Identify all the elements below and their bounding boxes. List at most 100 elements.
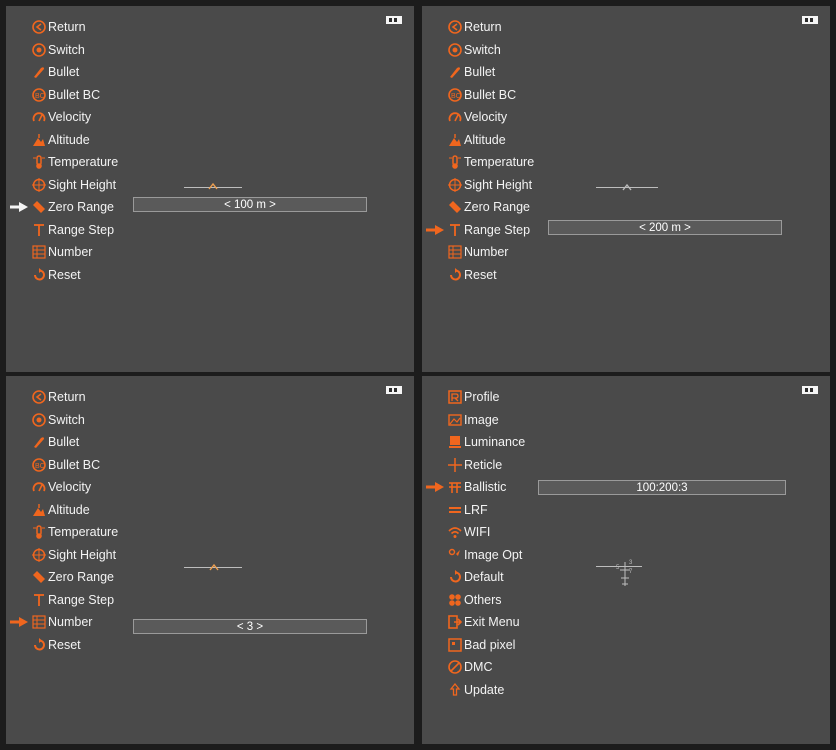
others-icon bbox=[448, 593, 462, 607]
menu-item-reset[interactable]: Reset bbox=[32, 634, 118, 657]
menu-item-wifi[interactable]: WIFI bbox=[448, 521, 525, 544]
menu-item-range-step[interactable]: Range Step bbox=[32, 219, 118, 242]
switch-icon bbox=[32, 412, 46, 427]
menu-item-others[interactable]: Others bbox=[448, 589, 525, 612]
menu-item-velocity[interactable]: Velocity bbox=[448, 106, 534, 129]
svg-text:BC: BC bbox=[451, 93, 461, 100]
menu-item-label: Image bbox=[464, 412, 499, 427]
ballistic-submenu: Return Switch Bullet BC Bullet BC Velocity Alt… bbox=[10, 386, 118, 657]
menu-item-bullet[interactable]: Bullet bbox=[32, 61, 118, 84]
range-step-icon bbox=[32, 223, 46, 237]
menu-item-label: Return bbox=[48, 390, 86, 405]
default-icon bbox=[448, 570, 462, 584]
menu-item-return[interactable]: Return bbox=[32, 16, 118, 39]
menu-item-zero-range[interactable]: Zero Range bbox=[448, 196, 534, 219]
menu-item-reset[interactable]: Reset bbox=[32, 264, 118, 287]
zero-range-value[interactable]: < 100 m > bbox=[133, 197, 367, 212]
menu-item-sight-height[interactable]: Sight Height bbox=[32, 174, 118, 197]
menu-item-label: WIFI bbox=[464, 525, 491, 540]
velocity-icon bbox=[448, 110, 462, 124]
dmc-icon bbox=[448, 660, 462, 675]
menu-item-altitude[interactable]: Altitude bbox=[32, 499, 118, 522]
menu-item-ballistic[interactable]: Ballistic bbox=[426, 476, 525, 499]
menu-item-label: Temperature bbox=[48, 155, 119, 170]
sight-height-icon bbox=[32, 177, 46, 192]
menu-item-sight-height[interactable]: Sight Height bbox=[448, 174, 534, 197]
menu-item-bullet-bc[interactable]: BC Bullet BC bbox=[32, 454, 118, 477]
update-icon bbox=[448, 682, 462, 697]
return-icon bbox=[32, 390, 46, 405]
menu-item-return[interactable]: Return bbox=[32, 386, 118, 409]
menu-item-label: Zero Range bbox=[464, 200, 531, 215]
ballistic-submenu: Return Switch Bullet BC Bullet BC Velocity Alt… bbox=[426, 16, 534, 287]
reset-icon bbox=[448, 267, 462, 282]
menu-item-bullet-bc[interactable]: BC Bullet BC bbox=[448, 84, 534, 107]
menu-item-label: Update bbox=[464, 682, 505, 697]
menu-item-profile[interactable]: Profile bbox=[448, 386, 525, 409]
exit-menu-icon bbox=[448, 615, 462, 630]
number-icon bbox=[448, 245, 462, 259]
panel-main-menu: Profile Image Luminance Reticle Ballistic LRF… bbox=[422, 376, 830, 744]
menu-item-label: Altitude bbox=[464, 132, 506, 147]
image-icon bbox=[448, 413, 462, 427]
menu-item-label: Exit Menu bbox=[464, 615, 520, 630]
menu-item-label: Reset bbox=[48, 637, 81, 652]
menu-item-bullet-bc[interactable]: BC Bullet BC bbox=[32, 84, 118, 107]
menu-item-altitude[interactable]: Altitude bbox=[448, 129, 534, 152]
temperature-icon bbox=[32, 155, 46, 170]
menu-item-number[interactable]: Number bbox=[448, 241, 534, 264]
reticle-caret-icon bbox=[622, 183, 632, 191]
menu-item-reticle[interactable]: Reticle bbox=[448, 454, 525, 477]
menu-item-velocity[interactable]: Velocity bbox=[32, 106, 118, 129]
range-step-value[interactable]: < 200 m > bbox=[548, 220, 782, 235]
menu-item-altitude[interactable]: Altitude bbox=[32, 129, 118, 152]
number-value[interactable]: < 3 > bbox=[133, 619, 367, 634]
menu-item-range-step[interactable]: Range Step bbox=[32, 589, 118, 612]
selection-pointer-icon bbox=[10, 617, 28, 628]
menu-item-return[interactable]: Return bbox=[448, 16, 534, 39]
menu-item-label: Bad pixel bbox=[464, 637, 516, 652]
selection-pointer-icon bbox=[426, 482, 444, 493]
range-step-icon bbox=[448, 223, 462, 237]
menu-item-dmc[interactable]: DMC bbox=[448, 656, 525, 679]
ballistic-value[interactable]: 100:200:3 bbox=[538, 480, 786, 495]
menu-item-velocity[interactable]: Velocity bbox=[32, 476, 118, 499]
menu-item-label: Zero Range bbox=[48, 570, 115, 585]
menu-item-temperature[interactable]: Temperature bbox=[448, 151, 534, 174]
menu-item-label: Reset bbox=[48, 267, 81, 282]
menu-item-label: Ballistic bbox=[464, 480, 507, 495]
ballistic-reticle-icon: 3 7 5 bbox=[610, 556, 640, 590]
menu-item-range-step[interactable]: Range Step bbox=[426, 219, 534, 242]
menu-item-label: LRF bbox=[464, 502, 488, 517]
menu-item-switch[interactable]: Switch bbox=[448, 39, 534, 62]
menu-item-image-opt[interactable]: Image Opt bbox=[448, 544, 525, 567]
menu-item-image[interactable]: Image bbox=[448, 409, 525, 432]
menu-item-zero-range[interactable]: Zero Range bbox=[10, 196, 118, 219]
menu-item-bad-pixel[interactable]: Bad pixel bbox=[448, 634, 525, 657]
menu-item-number[interactable]: Number bbox=[10, 611, 118, 634]
menu-item-number[interactable]: Number bbox=[32, 241, 118, 264]
menu-item-label: Altitude bbox=[48, 502, 90, 517]
menu-item-reset[interactable]: Reset bbox=[448, 264, 534, 287]
zero-range-icon bbox=[32, 200, 46, 214]
menu-item-update[interactable]: Update bbox=[448, 679, 525, 702]
menu-item-label: Return bbox=[464, 20, 502, 35]
menu-item-zero-range[interactable]: Zero Range bbox=[32, 566, 118, 589]
menu-item-temperature[interactable]: Temperature bbox=[32, 151, 118, 174]
image-opt-icon bbox=[448, 548, 462, 562]
menu-item-sight-height[interactable]: Sight Height bbox=[32, 544, 118, 567]
menu-item-switch[interactable]: Switch bbox=[32, 409, 118, 432]
menu-item-temperature[interactable]: Temperature bbox=[32, 521, 118, 544]
menu-item-luminance[interactable]: Luminance bbox=[448, 431, 525, 454]
menu-item-lrf[interactable]: LRF bbox=[448, 499, 525, 522]
menu-item-bullet[interactable]: Bullet bbox=[448, 61, 534, 84]
reticle-icon bbox=[448, 457, 462, 472]
menu-item-bullet[interactable]: Bullet bbox=[32, 431, 118, 454]
menu-item-label: Luminance bbox=[464, 435, 526, 450]
panel-number: Return Switch Bullet BC Bullet BC Velocity Alt… bbox=[6, 376, 414, 744]
menu-item-label: Sight Height bbox=[48, 547, 117, 562]
menu-item-default[interactable]: Default bbox=[448, 566, 525, 589]
menu-item-exit-menu[interactable]: Exit Menu bbox=[448, 611, 525, 634]
menu-item-label: Number bbox=[48, 245, 93, 260]
menu-item-switch[interactable]: Switch bbox=[32, 39, 118, 62]
